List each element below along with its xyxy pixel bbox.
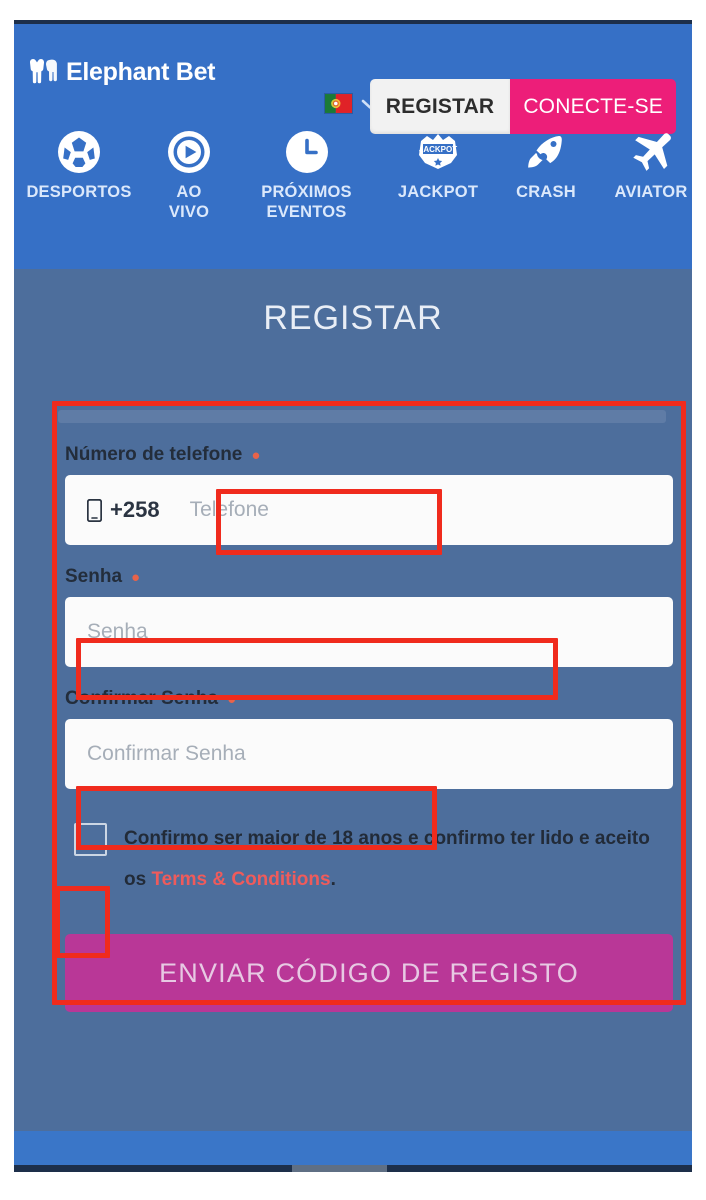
nav-item-proximos-eventos[interactable]: PRÓXIMOS EVENTOS — [234, 128, 379, 222]
nav-item-crash[interactable]: CRASH — [497, 128, 595, 202]
nav-label: AO VIVO — [168, 183, 210, 221]
primary-nav: DESPORTOS AO VIVO PRÓXIMOS EVENTOS JACKP… — [14, 118, 692, 268]
nav-item-aviator[interactable]: AVIATOR — [595, 128, 692, 202]
svg-text:JACKPOT: JACKPOT — [419, 145, 457, 154]
country-code-text: +258 — [110, 497, 160, 522]
frame-bottom-edge — [14, 1165, 692, 1172]
password-field-label: Senha ● — [65, 566, 686, 588]
required-marker: ● — [131, 568, 141, 586]
phone-input[interactable] — [177, 475, 673, 545]
live-play-icon — [144, 128, 234, 176]
football-icon — [14, 128, 144, 176]
form-progress-bar — [58, 410, 666, 423]
terms-row: Confirmo ser maior de 18 anos e confirmo… — [65, 818, 673, 900]
airplane-icon — [595, 128, 692, 176]
country-code-prefix[interactable]: +258 — [65, 497, 178, 523]
terms-text-after: . — [330, 869, 336, 890]
nav-item-ao-vivo[interactable]: AO VIVO — [144, 128, 234, 222]
brand-name: Elephant Bet — [66, 57, 216, 86]
terms-and-conditions-link[interactable]: Terms & Conditions — [151, 869, 330, 890]
age-terms-checkbox[interactable] — [74, 823, 107, 856]
nav-label: JACKPOT — [397, 183, 479, 201]
phone-field-label: Número de telefone ● — [65, 444, 686, 466]
confirm-password-input-shell[interactable] — [65, 719, 673, 789]
nav-label: AVIATOR — [614, 183, 688, 201]
nav-label: CRASH — [516, 183, 576, 201]
required-marker: ● — [251, 446, 261, 464]
bottom-nav-strip — [14, 1131, 692, 1165]
device-frame: Elephant Bet REGISTAR CONECTE-SE DESPORT… — [14, 20, 692, 1172]
registration-form: Número de telefone ● +258 Senha ● — [52, 401, 686, 1012]
password-label-text: Senha — [65, 566, 123, 587]
nav-label: DESPORTOS — [26, 183, 132, 201]
confirm-password-input[interactable] — [65, 719, 673, 789]
nav-label: PRÓXIMOS EVENTOS — [261, 183, 352, 221]
phone-label-text: Número de telefone — [65, 444, 243, 465]
clock-icon — [234, 128, 379, 176]
mobile-phone-icon — [87, 498, 102, 522]
confirm-password-label-text: Confirmar Senha — [65, 688, 219, 709]
page-title: REGISTAR — [263, 299, 443, 337]
header-top-row: Elephant Bet REGISTAR CONECTE-SE — [14, 24, 692, 134]
frame-top-edge — [14, 20, 692, 24]
nav-item-desportos[interactable]: DESPORTOS — [14, 128, 144, 202]
nav-item-jackpot[interactable]: JACKPOT JACKPOT — [379, 128, 497, 202]
page-content: REGISTAR Número de telefone ● +258 Telef… — [14, 269, 692, 1165]
portugal-flag-icon — [324, 93, 353, 114]
terms-text: Confirmo ser maior de 18 anos e confirmo… — [124, 818, 654, 900]
elephant-icon — [29, 59, 57, 84]
send-registration-code-button[interactable]: ENVIAR CÓDIGO DE REGISTO — [65, 934, 673, 1012]
required-marker: ● — [227, 690, 237, 708]
confirm-password-field-label: Confirmar Senha ● — [65, 688, 686, 710]
password-input[interactable] — [65, 597, 673, 667]
phone-input-shell[interactable]: +258 — [65, 475, 673, 545]
site-header: Elephant Bet REGISTAR CONECTE-SE DESPORT… — [14, 24, 692, 269]
rocket-icon — [497, 128, 595, 176]
jackpot-badge-icon: JACKPOT — [379, 128, 497, 176]
brand-logo[interactable]: Elephant Bet — [28, 56, 216, 88]
password-input-shell[interactable] — [65, 597, 673, 667]
